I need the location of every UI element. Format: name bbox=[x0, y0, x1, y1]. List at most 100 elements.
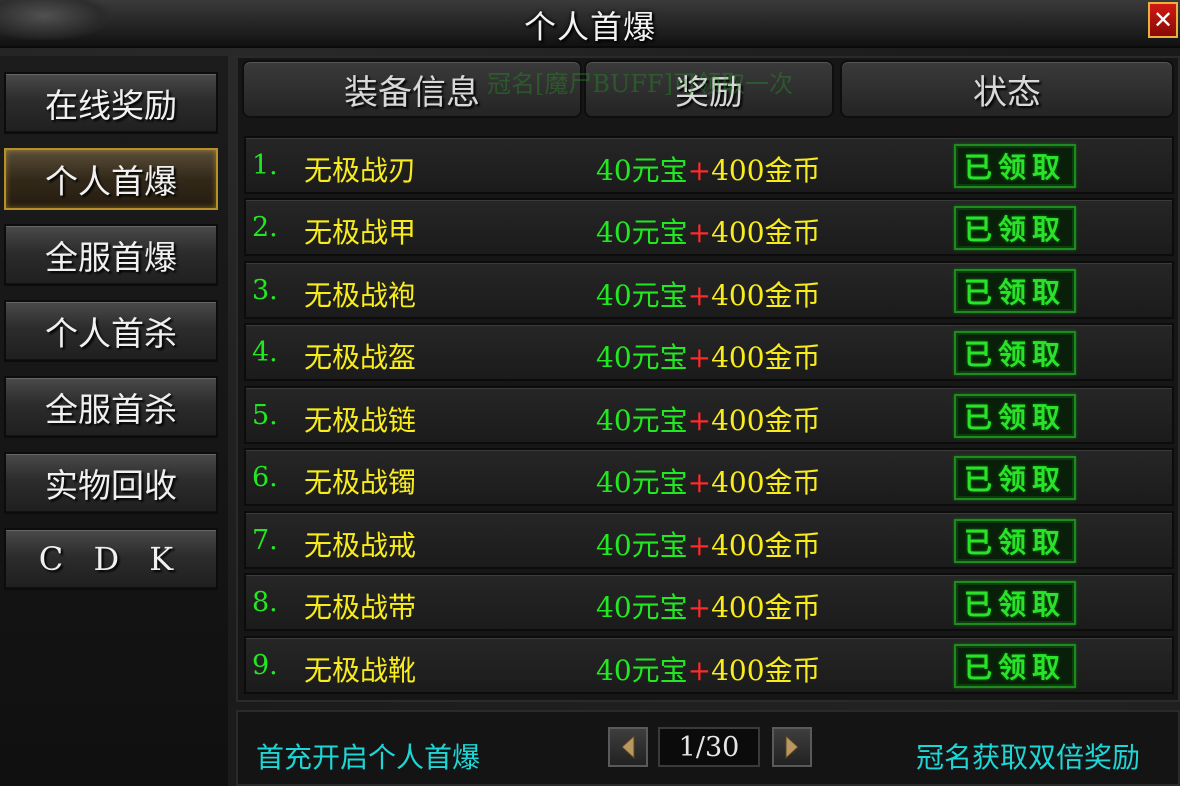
item-name: 无极战袍 bbox=[304, 279, 417, 312]
table-row: 9. 无极战靴 40元宝+400金币 已领取 bbox=[244, 636, 1174, 694]
gold-reward: 400金币 bbox=[711, 591, 821, 624]
claimed-button[interactable]: 已领取 bbox=[954, 269, 1076, 313]
ingot-reward: 40元宝 bbox=[596, 216, 688, 249]
row-number: 4. bbox=[252, 337, 278, 368]
reward-text: 40元宝+400金币 bbox=[596, 274, 821, 314]
sidebar-item-item-recycle[interactable]: 实物回收 bbox=[4, 452, 218, 514]
row-number: 6. bbox=[252, 462, 278, 493]
sidebar-item-label: 全服首杀 bbox=[45, 390, 177, 429]
row-number: 5. bbox=[252, 400, 278, 431]
column-header-reward: 奖励 bbox=[584, 60, 834, 118]
close-button[interactable]: ✕ bbox=[1148, 2, 1178, 38]
plus-sign: + bbox=[687, 654, 712, 687]
reward-text: 40元宝+400金币 bbox=[596, 649, 821, 689]
row-number: 1. bbox=[252, 150, 278, 181]
item-name: 无极战镯 bbox=[304, 466, 417, 499]
claimed-button[interactable]: 已领取 bbox=[954, 206, 1076, 250]
plus-sign: + bbox=[687, 279, 712, 312]
reward-text: 40元宝+400金币 bbox=[596, 399, 821, 439]
table-row: 4. 无极战盔 40元宝+400金币 已领取 bbox=[244, 323, 1174, 381]
sidebar-item-label: C D K bbox=[38, 540, 184, 578]
plus-sign: + bbox=[687, 216, 712, 249]
table-header: 装备信息 奖励 状态 bbox=[240, 60, 1176, 120]
row-number: 7. bbox=[252, 525, 278, 556]
plus-sign: + bbox=[687, 466, 712, 499]
title-bar: 个人首爆 ✕ bbox=[0, 0, 1180, 48]
gold-reward: 400金币 bbox=[711, 654, 821, 687]
item-name: 无极战盔 bbox=[304, 341, 417, 374]
sidebar-item-personal-first-kill[interactable]: 个人首杀 bbox=[4, 300, 218, 362]
claimed-button[interactable]: 已领取 bbox=[954, 331, 1076, 375]
table-row: 6. 无极战镯 40元宝+400金币 已领取 bbox=[244, 448, 1174, 506]
ingot-reward: 40元宝 bbox=[596, 654, 688, 687]
plus-sign: + bbox=[687, 591, 712, 624]
gold-reward: 400金币 bbox=[711, 404, 821, 437]
title-double-reward-hint[interactable]: 冠名获取双倍奖励 bbox=[916, 736, 1140, 776]
row-number: 2. bbox=[252, 212, 278, 243]
next-page-button[interactable] bbox=[772, 727, 812, 767]
page-indicator: 1/30 bbox=[658, 727, 760, 767]
gold-reward: 400金币 bbox=[711, 216, 821, 249]
ingot-reward: 40元宝 bbox=[596, 154, 688, 187]
claimed-button[interactable]: 已领取 bbox=[954, 456, 1076, 500]
plus-sign: + bbox=[687, 529, 712, 562]
table-row: 8. 无极战带 40元宝+400金币 已领取 bbox=[244, 573, 1174, 631]
plus-sign: + bbox=[687, 341, 712, 374]
row-number: 8. bbox=[252, 587, 278, 618]
ingot-reward: 40元宝 bbox=[596, 341, 688, 374]
row-number: 3. bbox=[252, 275, 278, 306]
right-arrow-icon bbox=[785, 734, 799, 760]
item-name: 无极战刃 bbox=[304, 154, 417, 187]
sidebar-item-label: 实物回收 bbox=[45, 466, 177, 505]
item-name: 无极战甲 bbox=[304, 216, 417, 249]
plus-sign: + bbox=[687, 154, 712, 187]
gold-reward: 400金币 bbox=[711, 154, 821, 187]
table-row: 1. 无极战刃 40元宝+400金币 已领取 bbox=[244, 136, 1174, 194]
sidebar-item-label: 全服首爆 bbox=[45, 238, 177, 277]
claimed-button[interactable]: 已领取 bbox=[954, 144, 1076, 188]
claimed-button[interactable]: 已领取 bbox=[954, 581, 1076, 625]
row-number: 9. bbox=[252, 650, 278, 681]
first-recharge-hint[interactable]: 首充开启个人首爆 bbox=[256, 736, 480, 776]
gold-reward: 400金币 bbox=[711, 341, 821, 374]
reward-text: 40元宝+400金币 bbox=[596, 336, 821, 376]
table-row: 3. 无极战袍 40元宝+400金币 已领取 bbox=[244, 261, 1174, 319]
gold-reward: 400金币 bbox=[711, 529, 821, 562]
reward-text: 40元宝+400金币 bbox=[596, 211, 821, 251]
table-row: 7. 无极战戒 40元宝+400金币 已领取 bbox=[244, 511, 1174, 569]
plus-sign: + bbox=[687, 404, 712, 437]
ingot-reward: 40元宝 bbox=[596, 529, 688, 562]
reward-text: 40元宝+400金币 bbox=[596, 149, 821, 189]
item-name: 无极战带 bbox=[304, 591, 417, 624]
table-row: 2. 无极战甲 40元宝+400金币 已领取 bbox=[244, 198, 1174, 256]
window-title: 个人首爆 bbox=[523, 8, 656, 46]
item-name: 无极战戒 bbox=[304, 529, 417, 562]
sidebar-item-label: 个人首爆 bbox=[45, 162, 177, 201]
sidebar-item-personal-first-drop[interactable]: 个人首爆 bbox=[4, 148, 218, 210]
close-icon: ✕ bbox=[1152, 6, 1174, 34]
sidebar-item-online-reward[interactable]: 在线奖励 bbox=[4, 72, 218, 134]
reward-text: 40元宝+400金币 bbox=[596, 586, 821, 626]
sidebar-item-server-first-kill[interactable]: 全服首杀 bbox=[4, 376, 218, 438]
sidebar-item-server-first-drop[interactable]: 全服首爆 bbox=[4, 224, 218, 286]
column-header-status: 状态 bbox=[840, 60, 1174, 118]
ingot-reward: 40元宝 bbox=[596, 404, 688, 437]
claimed-button[interactable]: 已领取 bbox=[954, 644, 1076, 688]
reward-text: 40元宝+400金币 bbox=[596, 524, 821, 564]
left-arrow-icon bbox=[621, 734, 635, 760]
prev-page-button[interactable] bbox=[608, 727, 648, 767]
ingot-reward: 40元宝 bbox=[596, 466, 688, 499]
claimed-button[interactable]: 已领取 bbox=[954, 519, 1076, 563]
claimed-button[interactable]: 已领取 bbox=[954, 394, 1076, 438]
table-row: 5. 无极战链 40元宝+400金币 已领取 bbox=[244, 386, 1174, 444]
ingot-reward: 40元宝 bbox=[596, 591, 688, 624]
gold-reward: 400金币 bbox=[711, 466, 821, 499]
sidebar-item-cdk[interactable]: C D K bbox=[4, 528, 218, 590]
column-header-equipment: 装备信息 bbox=[242, 60, 582, 118]
sidebar-item-label: 个人首杀 bbox=[45, 314, 177, 353]
ingot-reward: 40元宝 bbox=[596, 279, 688, 312]
reward-text: 40元宝+400金币 bbox=[596, 461, 821, 501]
sidebar-item-label: 在线奖励 bbox=[45, 86, 177, 125]
sidebar: 在线奖励 个人首爆 全服首爆 个人首杀 全服首杀 实物回收 C D K bbox=[0, 56, 228, 786]
item-name: 无极战靴 bbox=[304, 654, 417, 687]
